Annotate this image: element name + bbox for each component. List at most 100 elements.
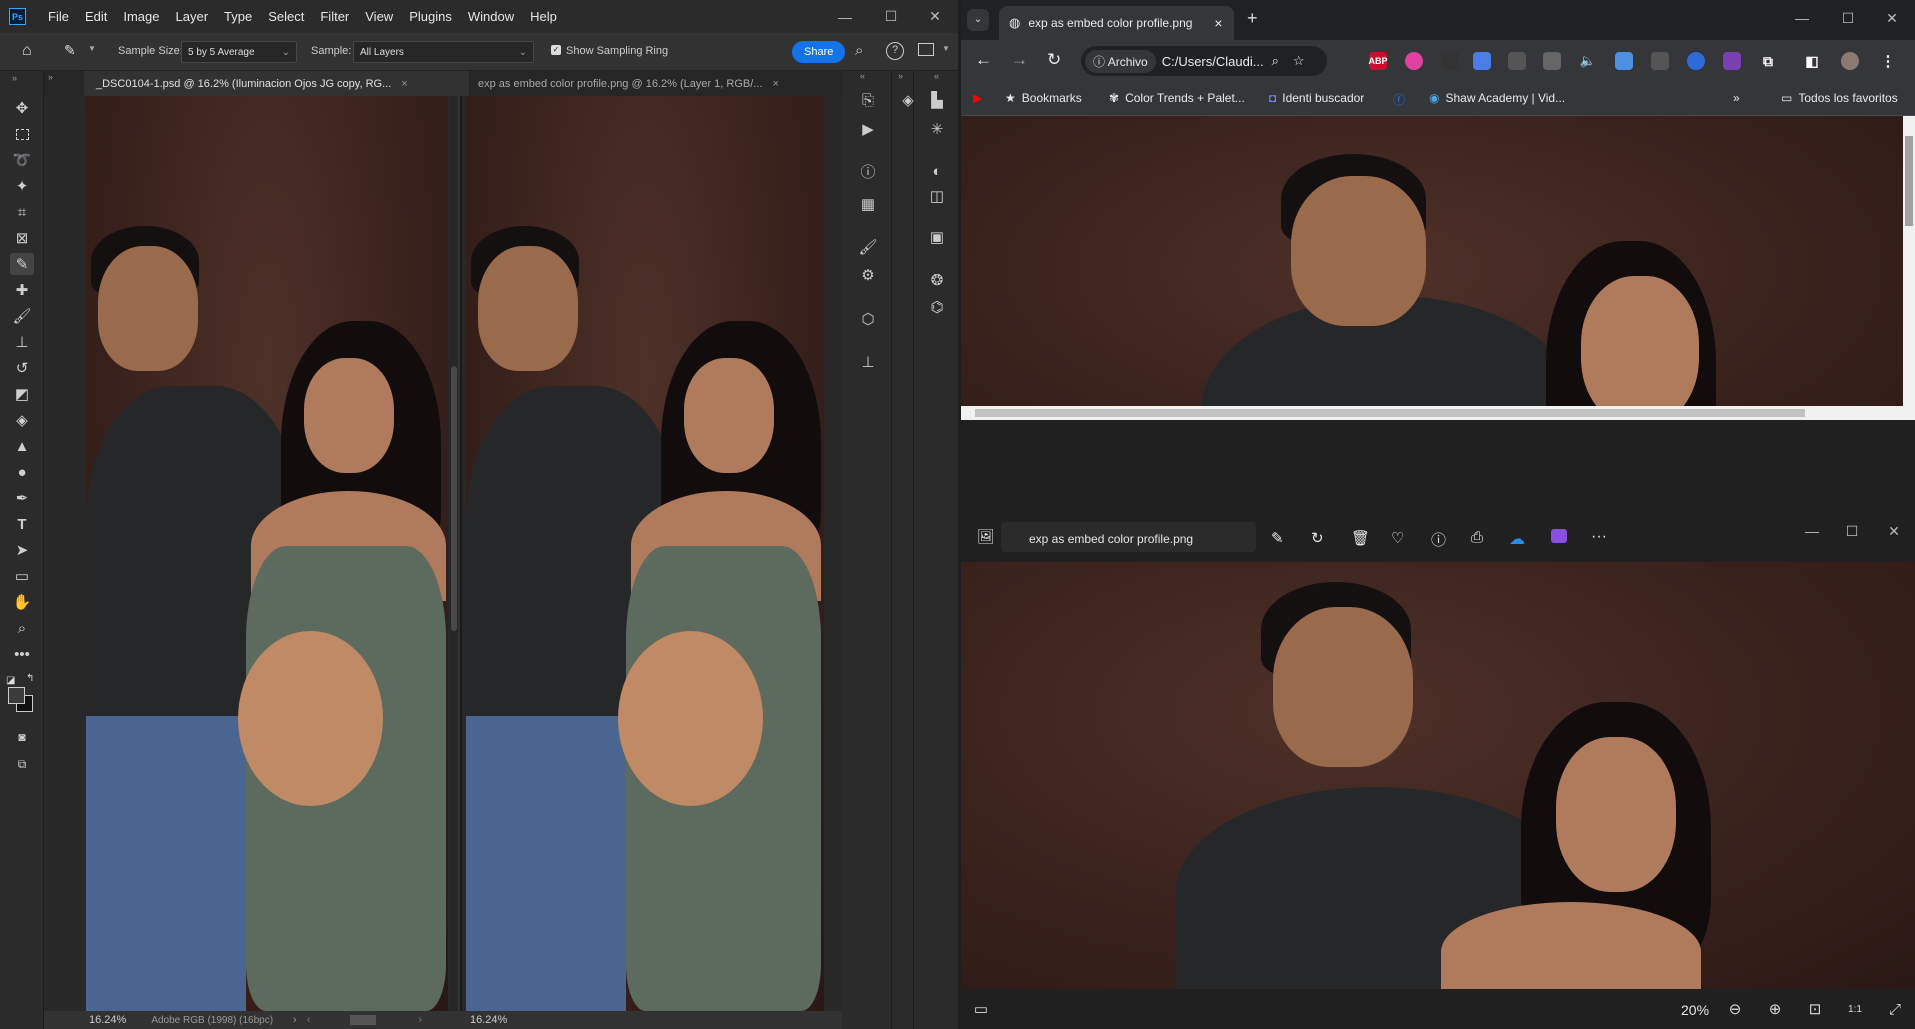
magic-wand-tool-icon[interactable]: ✦ <box>10 175 34 197</box>
bookmark-color-trends[interactable]: ✾ Color Trends + Palet... <box>1109 91 1245 105</box>
back-icon[interactable]: ← <box>975 50 992 70</box>
zoom-tool-icon[interactable]: ⌕ <box>10 617 34 639</box>
close-icon[interactable]: × <box>401 78 407 90</box>
tab-search-icon[interactable]: ⌄ <box>967 9 989 31</box>
chrome-image-view[interactable] <box>961 116 1915 500</box>
chevron-down-icon[interactable]: ▼ <box>88 44 96 53</box>
info-icon[interactable]: ⓘ <box>1431 529 1446 550</box>
eraser-tool-icon[interactable]: ◩ <box>10 383 34 405</box>
collapse-icon[interactable]: » <box>12 73 17 83</box>
channels-icon[interactable]: ❂ <box>925 269 949 291</box>
collapse-icon[interactable]: » <box>48 72 53 82</box>
edit-image-icon[interactable]: ✎ <box>1271 529 1284 547</box>
tab-exp-embed[interactable]: ◍ exp as embed color profile.png × <box>999 6 1234 40</box>
more-bookmarks-icon[interactable]: » <box>1733 91 1740 105</box>
sample-select[interactable]: All Layers ⌄ <box>353 41 534 63</box>
healing-brush-tool-icon[interactable]: ✚ <box>10 279 34 301</box>
pen-tool-icon[interactable]: ✒ <box>10 487 34 509</box>
extension-icon[interactable] <box>1687 52 1705 70</box>
more-menu-icon[interactable]: ⋮ <box>1879 52 1897 70</box>
menu-file[interactable]: File <box>40 9 77 24</box>
menu-plugins[interactable]: Plugins <box>401 9 460 24</box>
chevron-right-icon[interactable]: › <box>293 1014 297 1026</box>
bookmark-star-icon[interactable]: ☆ <box>1293 53 1305 69</box>
zoom-level[interactable]: 16.24% <box>470 1014 507 1026</box>
close-icon[interactable]: × <box>772 78 778 90</box>
scrollbar-thumb[interactable] <box>1905 136 1913 226</box>
collapse-icon[interactable]: « <box>860 71 865 81</box>
type-tool-icon[interactable]: T <box>10 513 34 535</box>
image-extension-icon[interactable] <box>1615 52 1633 70</box>
fit-to-window-icon[interactable]: ⊡ <box>1803 997 1827 1021</box>
adblock-extension-icon[interactable]: ABP <box>1369 52 1388 70</box>
onedrive-icon[interactable]: ☁ <box>1509 529 1525 549</box>
youtube-bookmark[interactable]: ▶ <box>973 91 988 105</box>
tab-dsc0104[interactable]: _DSC0104-1.psd @ 16.2% (Iluminacion Ojos… <box>84 71 469 96</box>
screen-mode-icon[interactable]: ⧉ <box>10 753 34 775</box>
menu-window[interactable]: Window <box>460 9 522 24</box>
clone-stamp-tool-icon[interactable]: ⊥ <box>10 331 34 353</box>
color-extension-icon[interactable] <box>1405 52 1423 70</box>
horizontal-scroll-thumb[interactable] <box>350 1015 377 1025</box>
extensions-puzzle-icon[interactable]: ⧉ <box>1759 52 1777 70</box>
menu-edit[interactable]: Edit <box>77 9 115 24</box>
libraries-icon[interactable]: ▣ <box>925 226 949 248</box>
path-selection-tool-icon[interactable]: ➤ <box>10 539 34 561</box>
chevron-right-icon[interactable]: › <box>418 1014 422 1026</box>
actual-size-icon[interactable]: 1:1 <box>1843 997 1867 1021</box>
zoom-in-icon[interactable]: ⊕ <box>1763 997 1787 1021</box>
close-icon[interactable]: × <box>1214 15 1222 31</box>
bookmark-shaw-academy[interactable]: ◉ Shaw Academy | Vid... <box>1429 91 1565 105</box>
profile-avatar[interactable] <box>1841 52 1859 70</box>
vertical-scrollbar[interactable] <box>450 96 458 1011</box>
more-options-icon[interactable]: ··· <box>1591 528 1607 546</box>
table-panel-icon[interactable]: ▦ <box>856 193 880 215</box>
clipchamp-icon[interactable] <box>1551 529 1567 543</box>
extension-icon[interactable] <box>1651 52 1669 70</box>
show-ring-checkbox[interactable]: ✓ <box>551 45 561 55</box>
home-icon[interactable]: ⌂ <box>22 42 32 60</box>
sample-size-select[interactable]: 5 by 5 Average ⌄ <box>181 41 297 63</box>
properties-icon[interactable]: ◫ <box>925 185 949 207</box>
fullscreen-icon[interactable]: ⤢ <box>1883 997 1907 1021</box>
maximize-button[interactable]: ☐ <box>1829 516 1875 546</box>
document-canvas-right[interactable] <box>460 96 842 1011</box>
new-tab-icon[interactable]: + <box>1247 8 1258 29</box>
workspace-icon[interactable] <box>918 43 934 56</box>
paths-icon[interactable]: ⌬ <box>925 296 949 318</box>
site-info-chip[interactable]: ⓘ Archivo <box>1085 49 1156 73</box>
rectangle-tool-icon[interactable]: ▭ <box>10 565 34 587</box>
foreground-color-swatch[interactable] <box>8 687 25 704</box>
forward-icon[interactable]: → <box>1011 50 1028 70</box>
extension-icon[interactable] <box>1473 52 1491 70</box>
marquee-tool-icon[interactable] <box>10 123 34 145</box>
side-panel-icon[interactable]: ◧ <box>1803 52 1821 70</box>
minimize-button[interactable]: — <box>822 0 868 33</box>
3d-panel-icon[interactable]: ⬡ <box>856 308 880 330</box>
paint-bucket-tool-icon[interactable]: ◈ <box>10 409 34 431</box>
tool-presets-icon[interactable]: ⚙ <box>856 264 880 286</box>
history-panel-icon[interactable]: ⎘ <box>856 89 880 111</box>
sound-icon[interactable]: 🔈 <box>1579 52 1597 70</box>
close-button[interactable]: ✕ <box>1869 0 1915 36</box>
menu-type[interactable]: Type <box>216 9 260 24</box>
histogram-icon[interactable]: ▙ <box>925 89 949 111</box>
hand-tool-icon[interactable]: ✋ <box>10 591 34 613</box>
lasso-tool-icon[interactable]: ➰ <box>10 149 34 171</box>
search-icon[interactable]: ⌕ <box>855 42 863 59</box>
dodge-tool-icon[interactable]: ● <box>10 461 34 483</box>
maximize-button[interactable]: ☐ <box>1825 0 1871 36</box>
actions-panel-icon[interactable]: ▶ <box>856 118 880 140</box>
menu-view[interactable]: View <box>357 9 401 24</box>
close-button[interactable]: ✕ <box>912 0 958 33</box>
rotate-icon[interactable]: ↻ <box>1311 529 1324 547</box>
extension-icon[interactable] <box>1508 52 1526 70</box>
frame-tool-icon[interactable]: ⊠ <box>10 227 34 249</box>
extension-icon[interactable] <box>1441 52 1459 70</box>
blur-tool-icon[interactable]: ▲ <box>10 435 34 457</box>
menu-image[interactable]: Image <box>115 9 167 24</box>
reload-icon[interactable]: ↻ <box>1047 50 1061 70</box>
default-colors-icon[interactable]: ◪ <box>6 675 15 686</box>
bookmark-identi[interactable]: ◘ Identi buscador <box>1269 91 1364 105</box>
help-icon[interactable]: ? <box>886 42 904 60</box>
